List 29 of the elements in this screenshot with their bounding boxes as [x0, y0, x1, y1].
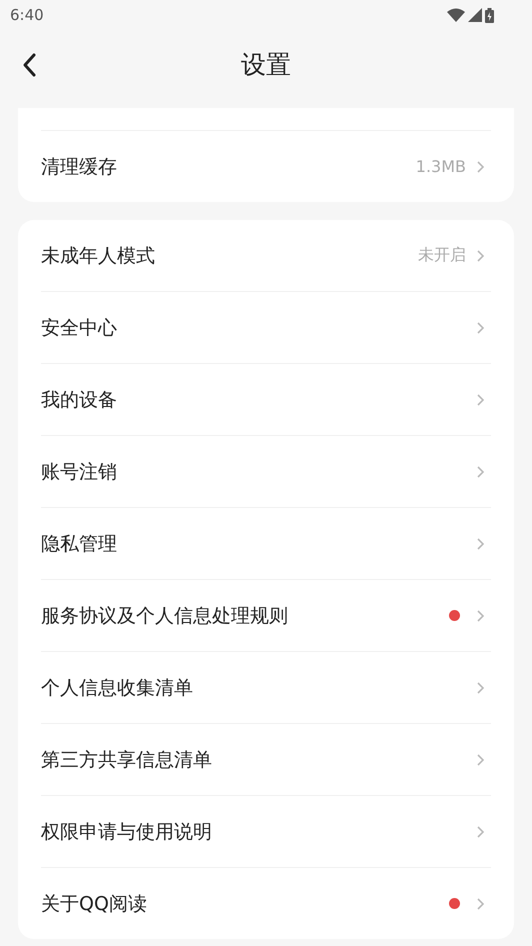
settings-item[interactable]: 隐私管理: [41, 530, 476, 556]
chevron-icon: [476, 824, 485, 838]
settings-item[interactable]: 权限申请与使用说明: [41, 818, 476, 844]
settings-item[interactable]: 服务协议及个人信息处理规则: [41, 602, 449, 628]
setting-value: 未开启: [418, 245, 466, 266]
settings-item[interactable]: 账号注销: [41, 458, 476, 484]
chevron-icon: [476, 896, 485, 910]
chevron-icon: [476, 608, 485, 622]
settings-item[interactable]: 关于QQ阅读: [41, 890, 449, 916]
chevron-icon: [476, 392, 485, 406]
signal-icon: [468, 8, 482, 22]
settings-item[interactable]: 个人信息收集清单: [41, 674, 476, 700]
settings-item[interactable]: 安全中心: [41, 314, 476, 340]
chevron-icon: [476, 536, 485, 550]
settings-item[interactable]: 清理缓存: [41, 154, 416, 180]
page-title: 设置: [241, 48, 291, 80]
settings-item[interactable]: 第三方共享信息清单: [41, 746, 476, 772]
settings-item[interactable]: 我的设备: [41, 386, 476, 412]
chevron-icon: [476, 464, 485, 478]
status-time: 6:40: [10, 6, 44, 24]
chevron-icon: [476, 320, 485, 334]
battery-icon: [485, 8, 494, 22]
chevron-icon: [476, 752, 485, 766]
settings-item[interactable]: 未成年人模式: [41, 242, 418, 268]
setting-value: 1.3MB: [416, 157, 466, 176]
wifi-icon: [447, 8, 465, 22]
chevron-icon: [476, 160, 485, 174]
chevron-icon: [476, 680, 485, 694]
chevron-icon: [476, 248, 485, 262]
